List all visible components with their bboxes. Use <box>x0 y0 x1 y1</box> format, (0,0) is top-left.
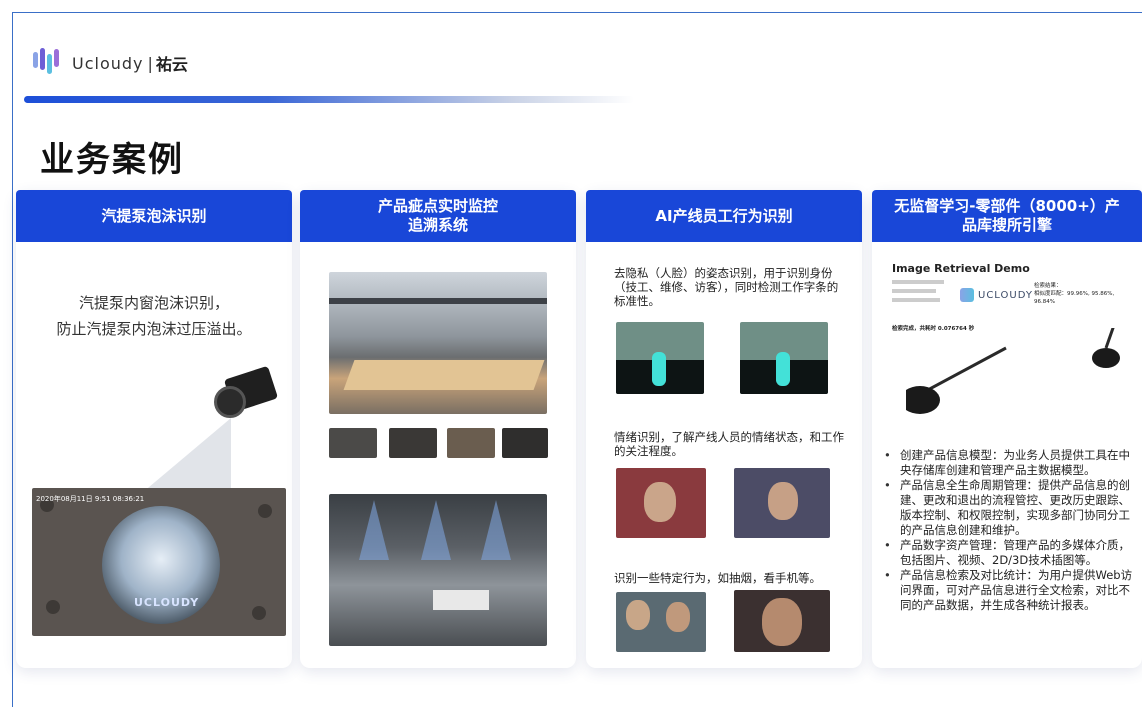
case-card-foam: 汽提泵泡沫识别 汽提泵内窗泡沫识别， 防止汽提泵内泡沫过压溢出。 2020年08… <box>16 190 292 668</box>
photo-timestamp: 2020年08月11日 9:51 08:36:21 <box>36 495 145 503</box>
camera-beam <box>136 418 231 498</box>
card-title: 产品疵点实时监控 追溯系统 <box>300 190 576 242</box>
card-title: AI产线员工行为识别 <box>586 190 862 242</box>
part-shaft <box>923 346 1007 394</box>
emotion-image <box>734 468 830 538</box>
brand-divider: | <box>147 53 154 73</box>
part-shaft <box>1104 328 1115 349</box>
demo-results: 检索结果： 相似度匹配：99.96%, 95.86%, 96.84% <box>1034 282 1134 306</box>
card-title-line: 无监督学习-零部件（8000+）产 <box>894 197 1120 215</box>
brand-name: Ucloudy <box>72 53 144 73</box>
brand-name-cn: 祐云 <box>155 55 188 74</box>
demo-similarity: 相似度匹配：99.96%, 95.86%, 96.84% <box>1034 291 1115 305</box>
part-images <box>906 328 1120 414</box>
demo-logo: UCLOUDY <box>960 288 1033 302</box>
description-line: 汽提泵内窗泡沫识别， <box>78 294 229 312</box>
production-line-photo <box>329 494 547 646</box>
case-card-defect: 产品疵点实时监控 追溯系统 <box>300 190 576 668</box>
part-head <box>1092 348 1120 368</box>
demo-controls <box>892 280 952 314</box>
feature-item: 产品信息全生命周期管理：提供产品信息的创建、更改和退出的流程管控、更改历史跟踪、… <box>878 478 1140 538</box>
card-title: 无监督学习-零部件（8000+）产 品库搜所引擎 <box>872 190 1142 242</box>
defect-thumbnail <box>389 428 437 458</box>
card-title: 汽提泵泡沫识别 <box>16 190 292 242</box>
feature-item: 创建产品信息模型：为业务人员提供工具在中央存储库创建和管理产品主数据模型。 <box>878 448 1140 478</box>
pose-detection-image <box>740 322 828 394</box>
retrieval-demo-screenshot: Image Retrieval Demo UCLOUDY 检索结果： 相似度匹配… <box>892 262 1132 436</box>
emotion-recognition-text: 情绪识别，了解产线人员的情绪状态，和工作的关注程度。 <box>614 430 844 458</box>
part-head <box>906 386 940 414</box>
behavior-image <box>734 590 830 652</box>
header-accent-bar <box>24 96 634 103</box>
demo-result-label: 检索结果： <box>1034 283 1062 289</box>
defect-thumbnail <box>447 428 495 458</box>
feature-list: 创建产品信息模型：为业务人员提供工具在中央存储库创建和管理产品主数据模型。 产品… <box>878 448 1140 613</box>
feature-item: 产品信息检索及对比统计：为用户提供Web访问界面，可对产品信息进行全文检索，对比… <box>878 568 1140 613</box>
pose-recognition-text: 去隐私（人脸）的姿态识别，用于识别身份（技工、维修、访客），同时检测工作字条的标… <box>614 266 839 308</box>
case-card-search-engine: 无监督学习-零部件（8000+）产 品库搜所引擎 Image Retrieval… <box>872 190 1142 668</box>
defect-thumbnail <box>329 428 377 458</box>
behavior-image <box>616 592 706 652</box>
demo-logo-text: UCLOUDY <box>978 289 1033 301</box>
defect-thumbnail <box>502 428 548 458</box>
factory-floor-photo <box>329 272 547 414</box>
camera-icon <box>206 365 279 420</box>
ucloudy-logo-icon <box>30 46 64 80</box>
demo-title: Image Retrieval Demo <box>892 262 1030 275</box>
specific-behavior-text: 识别一些特定行为，如抽烟，看手机等。 <box>614 571 821 585</box>
card-title-line: 品库搜所引擎 <box>961 216 1052 234</box>
photo-watermark: UCLOUDY <box>134 596 200 609</box>
case-card-behavior: AI产线员工行为识别 去隐私（人脸）的姿态识别，用于识别身份（技工、维修、访客）… <box>586 190 862 668</box>
pose-detection-image <box>616 322 704 394</box>
feature-item: 产品数字资产管理：管理产品的多媒体介质，包括图片、视频、2D/3D技术插图等。 <box>878 538 1140 568</box>
brand-logo: Ucloudy | 祐云 <box>30 46 188 80</box>
card-title-line: 追溯系统 <box>407 216 468 234</box>
pump-window-photo: 2020年08月11日 9:51 08:36:21 UCLOUDY <box>32 488 286 636</box>
description-line: 防止汽提泵内泡沫过压溢出。 <box>56 320 252 338</box>
card-title-line: 产品疵点实时监控 <box>377 197 498 215</box>
emotion-image <box>616 468 706 538</box>
page-title: 业务案例 <box>40 140 184 180</box>
card-description: 汽提泵内窗泡沫识别， 防止汽提泵内泡沫过压溢出。 <box>16 290 292 342</box>
